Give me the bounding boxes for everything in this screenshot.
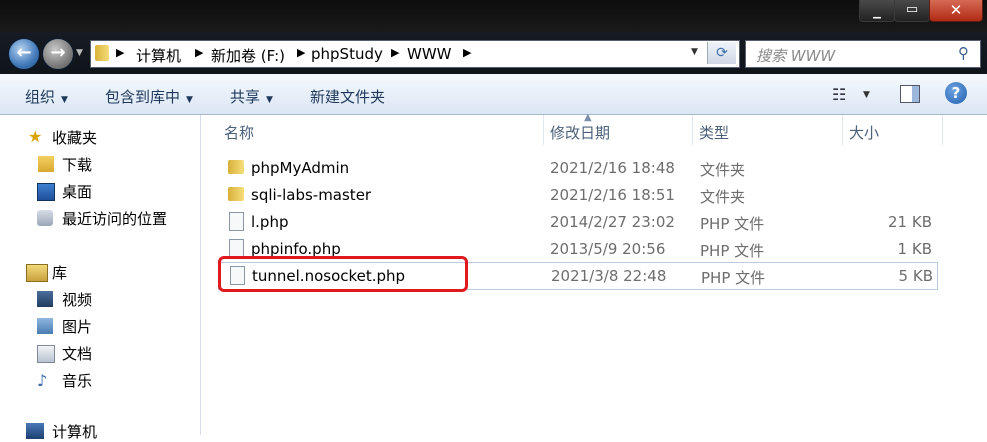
chevron-down-icon: ▼: [61, 95, 68, 105]
minimize-button[interactable]: ▁: [859, 0, 895, 22]
nav-computer[interactable]: 计算机: [52, 421, 97, 442]
php-file-icon: [229, 212, 244, 231]
nav-libraries[interactable]: 库: [52, 262, 67, 283]
maximize-icon: ▭: [905, 2, 919, 17]
preview-pane-button[interactable]: [900, 85, 920, 103]
breadcrumb-separator-icon[interactable]: ▶: [391, 46, 399, 59]
file-type: PHP 文件: [700, 242, 765, 260]
download-icon: [38, 156, 54, 172]
column-header-type[interactable]: 类型: [699, 122, 729, 143]
file-size: 21 KB: [888, 213, 932, 231]
nav-favorites[interactable]: 收藏夹: [52, 127, 97, 148]
library-icon: [26, 264, 48, 282]
desktop-icon: [37, 183, 55, 201]
file-name: phpMyAdmin: [251, 159, 350, 177]
nav-download[interactable]: 下载: [62, 154, 92, 175]
column-divider[interactable]: [842, 115, 843, 145]
pictures-icon: [37, 318, 53, 334]
column-headers: ▲ 名称 修改日期 类型 大小: [212, 112, 987, 145]
nav-pictures[interactable]: 图片: [62, 316, 92, 337]
file-date: 2021/2/16 18:48: [550, 159, 675, 177]
music-icon: ♪: [37, 371, 48, 390]
file-type: 文件夹: [700, 188, 746, 206]
refresh-button[interactable]: ⟳: [707, 42, 736, 64]
column-divider[interactable]: [543, 115, 544, 145]
nav-videos[interactable]: 视频: [62, 289, 92, 310]
file-date: 2021/3/8 22:48: [551, 267, 667, 285]
title-bar: [0, 0, 987, 32]
file-size: 5 KB: [898, 267, 933, 285]
file-name: l.php: [251, 213, 289, 231]
breadcrumb-separator-icon[interactable]: ▶: [463, 46, 471, 59]
breadcrumb-drive[interactable]: 新加卷 (F:): [211, 45, 285, 66]
file-type: PHP 文件: [701, 269, 766, 287]
search-input[interactable]: 搜索 WWW ⚲: [745, 40, 981, 68]
highlight-annotation: [218, 256, 468, 292]
include-in-library-label: 包含到库中: [105, 88, 181, 106]
new-folder-button[interactable]: 新建文件夹: [310, 86, 385, 107]
navigation-pane: ★ 收藏夹 下载 桌面 最近访问的位置 库 视频 图片 文档 ♪ 音乐 计算机: [0, 115, 201, 441]
nav-desktop[interactable]: 桌面: [62, 181, 92, 202]
refresh-icon: ⟳: [716, 45, 728, 61]
nav-recent-places[interactable]: 最近访问的位置: [62, 208, 167, 229]
file-name: sqli-labs-master: [251, 186, 372, 204]
file-row[interactable]: l.php 2014/2/27 23:02 PHP 文件 21 KB: [218, 209, 936, 235]
back-button[interactable]: ←: [8, 38, 40, 70]
breadcrumb-phpstudy[interactable]: phpStudy: [311, 45, 383, 63]
column-header-name[interactable]: 名称: [224, 122, 254, 143]
breadcrumb-computer[interactable]: 计算机: [136, 45, 181, 66]
help-button[interactable]: ?: [945, 82, 967, 104]
computer-icon: [26, 423, 44, 439]
search-placeholder: 搜索 WWW: [756, 47, 836, 65]
close-icon: ✕: [949, 1, 963, 19]
maximize-button[interactable]: ▭: [894, 0, 930, 22]
organize-label: 组织: [25, 88, 56, 106]
view-dropdown[interactable]: ▼: [863, 90, 870, 100]
documents-icon: [37, 345, 55, 363]
breadcrumb-separator-icon[interactable]: ▶: [195, 46, 203, 59]
file-date: 2021/2/16 18:51: [550, 186, 675, 204]
share-button[interactable]: 共享 ▼: [230, 86, 273, 107]
chevron-down-icon: ▼: [186, 95, 193, 105]
minimize-icon: ▁: [873, 8, 881, 19]
file-date: 2014/2/27 23:02: [550, 213, 675, 231]
recent-pages-dropdown[interactable]: ▼: [76, 48, 83, 58]
folder-icon: [95, 45, 109, 61]
file-row[interactable]: phpMyAdmin 2021/2/16 18:48 文件夹: [218, 155, 936, 181]
address-dropdown[interactable]: ▼: [691, 47, 698, 57]
recent-places-icon: [37, 210, 53, 226]
folder-icon: [228, 187, 244, 201]
file-type: PHP 文件: [700, 215, 765, 233]
back-arrow-icon: ←: [16, 42, 32, 63]
breadcrumb-separator-icon[interactable]: ▶: [116, 46, 124, 59]
share-label: 共享: [230, 88, 261, 106]
nav-music[interactable]: 音乐: [62, 370, 92, 391]
column-divider[interactable]: [692, 115, 693, 145]
search-icon[interactable]: ⚲: [958, 44, 969, 62]
folder-icon: [228, 160, 244, 174]
video-icon: [37, 291, 53, 307]
file-size: 1 KB: [897, 240, 932, 258]
chevron-down-icon: ▼: [266, 95, 273, 105]
file-type: 文件夹: [700, 161, 746, 179]
column-header-date[interactable]: 修改日期: [550, 122, 610, 143]
breadcrumb-separator-icon[interactable]: ▶: [297, 46, 305, 59]
breadcrumb-www[interactable]: WWW: [407, 45, 452, 63]
nav-documents[interactable]: 文档: [62, 343, 92, 364]
column-header-size[interactable]: 大小: [849, 122, 879, 143]
view-options-icon[interactable]: ☷: [832, 85, 846, 104]
include-in-library-button[interactable]: 包含到库中 ▼: [105, 86, 193, 107]
forward-button[interactable]: →: [42, 38, 74, 70]
file-date: 2013/5/9 20:56: [550, 240, 666, 258]
forward-arrow-icon: →: [50, 42, 66, 63]
organize-button[interactable]: 组织 ▼: [25, 86, 68, 107]
star-icon: ★: [28, 127, 43, 146]
command-bar: 组织 ▼ 包含到库中 ▼ 共享 ▼ 新建文件夹 ☷ ▼ ?: [0, 74, 987, 115]
file-row[interactable]: sqli-labs-master 2021/2/16 18:51 文件夹: [218, 182, 936, 208]
address-bar[interactable]: ▶ 计算机 ▶ 新加卷 (F:) ▶ phpStudy ▶ WWW ▶ ▼ ⟳: [90, 40, 740, 68]
column-divider[interactable]: [942, 115, 943, 145]
close-button[interactable]: ✕: [929, 0, 983, 22]
